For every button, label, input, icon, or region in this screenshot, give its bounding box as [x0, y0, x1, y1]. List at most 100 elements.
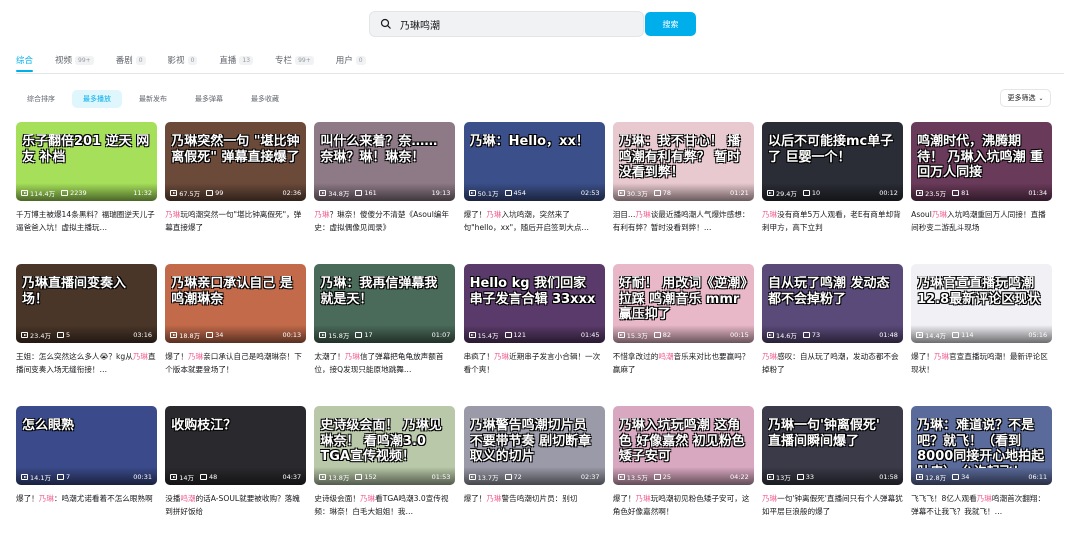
video-stats: 34.8万 161 19:13	[319, 188, 450, 198]
video-card[interactable]: 鸣潮时代，沸腾期待！ 乃琳入坑鸣潮 重回万人同接 23.5万 81 01:34 …	[911, 122, 1053, 263]
danmaku-count: 25	[662, 473, 672, 481]
video-thumbnail[interactable]: 乐子翻倍201 逆天 网友 补档 114.4万 2239 11:32	[16, 122, 157, 201]
tab-1[interactable]: 视频 99+	[55, 52, 94, 68]
video-card[interactable]: 乃琳：我再信弹幕我就是天！ 15.8万 17 01:07 太潮了！乃琳信了弹幕把…	[314, 264, 456, 405]
danmaku-count: 48	[208, 473, 218, 481]
video-title[interactable]: 乃琳玩鸣潮突然一句"堪比钟离假死"，弹幕直接爆了	[165, 208, 306, 234]
video-stats: 114.4万 2239 11:32	[21, 188, 152, 198]
video-title[interactable]: 爆了！乃琳玩鸣潮初见粉色矮子安可，这角色好像嘉然啊！	[613, 492, 754, 518]
video-title[interactable]: 爆了！乃琳警告鸣潮切片员：别切	[464, 492, 605, 518]
video-title[interactable]: 乃琳感叹：自从玩了鸣潮，发动态都不会掉粉了	[762, 350, 903, 376]
sort-option-0[interactable]: 综合排序	[16, 90, 66, 108]
tab-0[interactable]: 综合	[16, 52, 33, 68]
video-title[interactable]: 泪目…乃琳谈最近播鸣潮人气爆炸感想：有利有弊？暂时没看到弊！…	[613, 208, 754, 234]
video-thumbnail[interactable]: 乃琳入坑玩鸣潮 这角色 好像嘉然 初见粉色矮子安可 13.5万 25 04:22	[612, 406, 754, 485]
video-card[interactable]: 史诗级会面！ 乃琳见琳奈！ 看鸣潮3.0 TGA宣传视频！ 13.8万 152 …	[314, 406, 456, 547]
thumbnail-caption: 好耐！ 用改词《逆潮》拉踩 鸣潮音乐 mmr赢压抑了	[618, 276, 747, 323]
tab-4[interactable]: 直播 13	[219, 52, 254, 68]
video-thumbnail[interactable]: 乃琳：我不甘心！ 播鸣潮有利有弊？ 暂时没看到弊！ 30.3万 78 01:21	[612, 122, 754, 201]
tab-label: 直播	[219, 56, 237, 66]
danmaku-count: 17	[364, 331, 373, 339]
video-thumbnail[interactable]: Hello kg 我们回家 串子发言合辑 33xxx 15.4万 121 01:…	[463, 264, 605, 343]
video-thumbnail[interactable]: 怎么眼熟 14.1万 7 00:31	[16, 406, 157, 485]
danmaku-icon	[952, 190, 960, 196]
tab-5[interactable]: 专栏 99+	[275, 52, 314, 68]
title-rest: ？琳奈！傻傻分不清楚《Asoul编年史：虚拟偶像见闻录》	[314, 210, 449, 232]
video-card[interactable]: 好耐！ 用改词《逆潮》拉踩 鸣潮音乐 mmr赢压抑了 15.3万 82 00:1…	[612, 264, 754, 405]
video-title[interactable]: 史诗级会面！乃琳看TGA鸣潮3.0宣传视频：琳奈！白毛大姐姐！我…	[314, 492, 455, 518]
video-title[interactable]: 飞飞飞！8亿人观看乃琳鸣潮首次翻翔：弹幕不让我飞？我就飞！…	[911, 492, 1052, 518]
video-card[interactable]: 乃琳突然一句 "堪比钟离假死" 弹幕直接爆了 67.5万 99 02:36 乃琳…	[165, 122, 307, 263]
video-thumbnail[interactable]: 史诗级会面！ 乃琳见琳奈！ 看鸣潮3.0 TGA宣传视频！ 13.8万 152 …	[314, 406, 456, 485]
tab-2[interactable]: 番剧 0	[116, 52, 146, 68]
tab-3[interactable]: 影视 0	[168, 52, 198, 68]
video-duration: 00:13	[282, 331, 302, 339]
video-thumbnail[interactable]: 好耐！ 用改词《逆潮》拉踩 鸣潮音乐 mmr赢压抑了 15.3万 82 00:1…	[612, 264, 754, 343]
video-duration: 05:16	[1028, 331, 1048, 339]
more-filter-label: 更多筛选	[1007, 94, 1036, 102]
video-title[interactable]: 爆了！乃琳入坑鸣潮，突然来了句"hello，xx"，随后开启签到大点…	[464, 208, 605, 234]
video-title[interactable]: 太潮了！乃琳信了弹幕把龟龟放声额首位，接Q发现只能原地跳舞…	[314, 350, 455, 376]
video-thumbnail[interactable]: 鸣潮时代，沸腾期待！ 乃琳入坑鸣潮 重回万人同接 23.5万 81 01:34	[911, 122, 1053, 201]
video-title[interactable]: 乃琳？琳奈！傻傻分不清楚《Asoul编年史：虚拟偶像见闻录》	[314, 208, 455, 234]
video-card[interactable]: 乃琳：我不甘心！ 播鸣潮有利有弊？ 暂时没看到弊！ 30.3万 78 01:21…	[612, 122, 754, 263]
video-card[interactable]: 乃琳入坑玩鸣潮 这角色 好像嘉然 初见粉色矮子安可 13.5万 25 04:22…	[612, 406, 754, 547]
video-title[interactable]: 乃琳一句'钟离假死'直播间只有个人弹幕犹如平层巨浪般的爆了	[762, 492, 903, 518]
video-card[interactable]: 乃琳直播间变奏入场！ 23.4万 5 03:16 王姐：怎么突然这么多人😭？kg…	[16, 264, 157, 405]
video-stats: 13.5万 25 04:22	[617, 472, 749, 482]
video-thumbnail[interactable]: 乃琳：难道说？不是吧？就飞！（看到8000同接开心地拍起肚皮） 允许起飞！ 12…	[911, 406, 1053, 485]
video-thumbnail[interactable]: 自从玩了鸣潮 发动态都不会掉粉了 14.6万 73 01:48	[761, 264, 903, 343]
video-card[interactable]: 乃琳一句'钟离假死' 直播间瞬间爆了 13万 33 01:58 乃琳一句'钟离假…	[761, 406, 903, 547]
video-title[interactable]: 爆了！乃琳亲口承认自己是鸣潮琳奈！下个版本就要登场了！	[165, 350, 306, 376]
video-card[interactable]: 乃琳警告鸣潮切片员 不要带节奏 剧切断章取义的切片 13.7万 72 02:37…	[463, 406, 605, 547]
video-card[interactable]: 怎么眼熟 14.1万 7 00:31 爆了！乃琳：鸣潮尤诺看着不怎么眼熟啊	[16, 406, 157, 547]
sort-option-2[interactable]: 最新发布	[128, 90, 178, 108]
video-card[interactable]: 以后不可能接mc单子了 巨婴一个！ 29.4万 10 00:12 乃琳没有商单5…	[761, 122, 903, 263]
video-card[interactable]: 叫什么来着？奈……奈琳？琳！琳奈！ 34.8万 161 19:13 乃琳？琳奈！…	[314, 122, 456, 263]
video-title[interactable]: 乃琳没有商单5万人观看，老E有商单却背刺甲方，高下立判	[762, 208, 903, 234]
video-thumbnail[interactable]: 乃琳警告鸣潮切片员 不要带节奏 剧切断章取义的切片 13.7万 72 02:37	[463, 406, 605, 485]
video-card[interactable]: 自从玩了鸣潮 发动态都不会掉粉了 14.6万 73 01:48 乃琳感叹：自从玩…	[761, 264, 903, 405]
video-thumbnail[interactable]: 乃琳：我再信弹幕我就是天！ 15.8万 17 01:07	[314, 264, 456, 343]
sort-option-3[interactable]: 最多弹幕	[184, 90, 234, 108]
video-thumbnail[interactable]: 乃琳：Hello，xx！ 50.1万 454 02:53	[463, 122, 605, 201]
sort-option-1[interactable]: 最多播放	[72, 90, 122, 108]
video-thumbnail[interactable]: 收购枝江？ 14万 48 04:37	[165, 406, 307, 485]
title-prefix: 爆了！	[463, 210, 487, 219]
danmaku-icon	[802, 332, 810, 338]
video-title[interactable]: 千万博主被爆14条黑料？福瑞圈逆天儿子逼爸爸入坑！虚拟主播玩…	[16, 208, 157, 234]
video-card[interactable]: 乃琳亲口承认自己 是鸣潮琳奈 18.8万 34 00:13 爆了！乃琳亲口承认自…	[165, 264, 307, 405]
video-thumbnail[interactable]: 乃琳直播间变奏入场！ 23.4万 5 03:16	[16, 264, 157, 343]
video-card[interactable]: 收购枝江？ 14万 48 04:37 没播鸣潮的话A-SOUL就要被收购？落魄到…	[165, 406, 307, 547]
search-button[interactable]: 搜索	[645, 12, 696, 36]
video-title[interactable]: 不惜拿改过的鸣潮音乐来对比也要赢吗？赢麻了	[613, 350, 754, 376]
video-thumbnail[interactable]: 叫什么来着？奈……奈琳？琳！琳奈！ 34.8万 161 19:13	[314, 122, 456, 201]
video-card[interactable]: 乐子翻倍201 逆天 网友 补档 114.4万 2239 11:32 千万博主被…	[16, 122, 157, 263]
title-keyword: 乃琳	[486, 494, 502, 503]
video-thumbnail[interactable]: 乃琳一句'钟离假死' 直播间瞬间爆了 13万 33 01:58	[761, 406, 903, 485]
video-thumbnail[interactable]: 乃琳官宣直播玩鸣潮 12.8最新评论区现状 14.4万 114 05:16	[911, 264, 1053, 343]
video-title[interactable]: 爆了！乃琳：鸣潮尤诺看着不怎么眼熟啊	[16, 492, 157, 518]
video-title[interactable]: 串疯了！乃琳近期串子发言小合辑！一次看个爽！	[464, 350, 605, 376]
tab-6[interactable]: 用户 0	[336, 52, 366, 68]
video-title[interactable]: 爆了！乃琳官宣直播玩鸣潮！最新评论区现状！	[911, 350, 1052, 376]
video-thumbnail[interactable]: 以后不可能接mc单子了 巨婴一个！ 29.4万 10 00:12	[761, 122, 903, 201]
play-count-icon	[468, 332, 476, 338]
search-input[interactable]	[400, 18, 620, 30]
video-title[interactable]: Asoul乃琳入坑鸣潮重回万人同接！直播间秒变二游乱斗现场	[911, 208, 1052, 234]
sort-option-4[interactable]: 最多收藏	[240, 90, 290, 108]
danmaku-icon	[206, 190, 214, 196]
more-filter-button[interactable]: 更多筛选 ⌄	[1000, 89, 1051, 107]
video-title[interactable]: 没播鸣潮的话A-SOUL就要被收购？落魄到拼好饭给	[165, 492, 306, 518]
video-card[interactable]: Hello kg 我们回家 串子发言合辑 33xxx 15.4万 121 01:…	[463, 264, 605, 405]
video-card[interactable]: 乃琳：Hello，xx！ 50.1万 454 02:53 爆了！乃琳入坑鸣潮，突…	[463, 122, 605, 263]
video-card[interactable]: 乃琳官宣直播玩鸣潮 12.8最新评论区现状 14.4万 114 05:16 爆了…	[911, 264, 1053, 405]
video-duration: 01:53	[431, 473, 451, 481]
video-thumbnail[interactable]: 乃琳突然一句 "堪比钟离假死" 弹幕直接爆了 67.5万 99 02:36	[165, 122, 307, 201]
video-thumbnail[interactable]: 乃琳亲口承认自己 是鸣潮琳奈 18.8万 34 00:13	[165, 264, 307, 343]
video-card[interactable]: 乃琳：难道说？不是吧？就飞！（看到8000同接开心地拍起肚皮） 允许起飞！ 12…	[911, 406, 1053, 547]
video-stats: 23.4万 5 03:16	[21, 330, 152, 340]
search-box[interactable]	[369, 11, 644, 37]
video-title[interactable]: 王姐：怎么突然这么多人😭？kg从乃琳直播间变奏入场无缝衔接！…	[16, 350, 157, 376]
play-count: 15.3万	[626, 332, 648, 340]
